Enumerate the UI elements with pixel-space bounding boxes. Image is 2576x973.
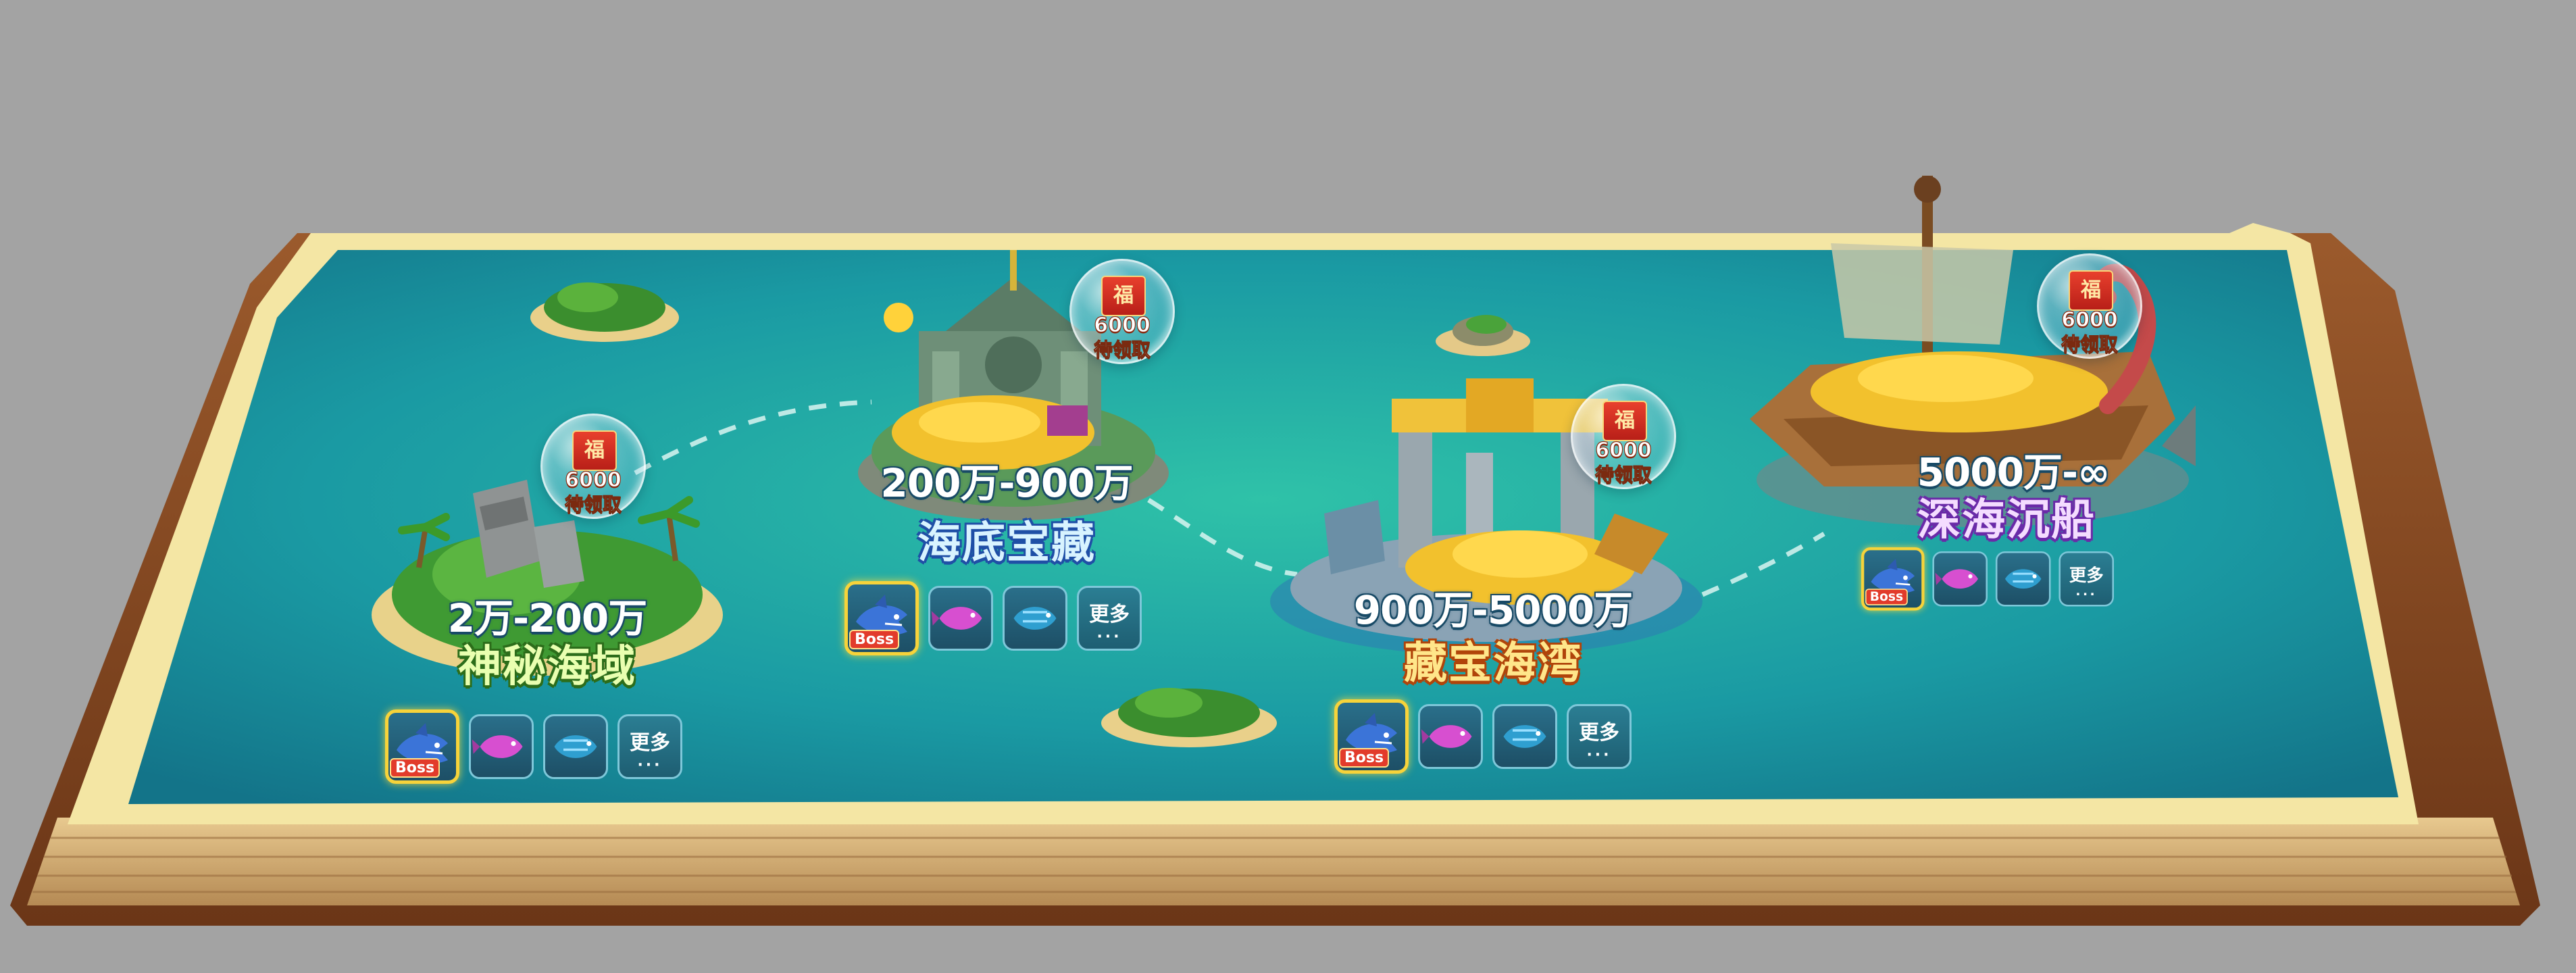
reward-amount: 6000	[2061, 307, 2119, 332]
fish-card[interactable]	[469, 714, 534, 779]
red-envelope-icon: 福	[2069, 270, 2113, 311]
fish-card[interactable]	[1995, 551, 2051, 607]
map-stage: 福 6000 待领取 福 6000 待领取 福 6000 待领取 福 6000 …	[0, 0, 2576, 973]
fish-card[interactable]	[1418, 704, 1483, 769]
boss-tag: Boss	[849, 630, 900, 649]
zone-4-name[interactable]: 深海沉船	[1885, 485, 2128, 547]
zone-3-reward-bubble[interactable]: 福 6000 待领取	[1571, 384, 1676, 489]
fish-card[interactable]	[1003, 586, 1067, 651]
zone-2-fish-list: Boss 更多 ···	[844, 581, 1142, 655]
more-fish-button[interactable]: 更多 ···	[2059, 551, 2114, 607]
boss-tag: Boss	[1865, 589, 1908, 605]
zone-1-name[interactable]: 神秘海域	[426, 632, 669, 694]
zone-2-range: 200万-900万	[880, 460, 1133, 506]
boss-fish-card[interactable]: Boss	[385, 709, 459, 784]
reward-status: 待领取	[2061, 333, 2118, 356]
reward-amount: 6000	[565, 468, 622, 492]
more-fish-button[interactable]: 更多 ···	[617, 714, 682, 779]
blue-fish-icon	[554, 735, 597, 758]
boss-fish-card[interactable]: Boss	[844, 581, 919, 655]
red-envelope-icon: 福	[1101, 276, 1146, 316]
zone-1-reward-bubble[interactable]: 福 6000 待领取	[540, 414, 646, 519]
zone-2-reward-bubble[interactable]: 福 6000 待领取	[1069, 259, 1175, 364]
fish-card[interactable]	[543, 714, 608, 779]
boss-tag: Boss	[390, 758, 440, 778]
red-envelope-icon: 福	[572, 430, 617, 471]
zone-4-fish-list: Boss 更多 ···	[1861, 547, 2114, 611]
pink-fish-icon	[931, 607, 982, 630]
fish-card[interactable]	[1932, 551, 1988, 607]
pink-fish-icon	[1421, 725, 1472, 748]
reward-status: 待领取	[564, 493, 622, 516]
reward-amount: 6000	[1595, 438, 1652, 462]
fish-card[interactable]	[1492, 704, 1557, 769]
boss-tag: Boss	[1339, 748, 1390, 768]
reward-status: 待领取	[1594, 464, 1652, 487]
boss-fish-card[interactable]: Boss	[1334, 699, 1409, 774]
more-fish-button[interactable]: 更多 ···	[1077, 586, 1142, 651]
blue-fish-icon	[1013, 607, 1057, 630]
boss-fish-card[interactable]: Boss	[1861, 547, 1925, 611]
red-envelope-icon: 福	[1602, 401, 1647, 441]
zone-1-fish-list: Boss 更多 ···	[385, 709, 682, 784]
zone-2-name[interactable]: 海底宝藏	[885, 508, 1128, 570]
reward-status: 待领取	[1093, 339, 1151, 361]
zone-3-name[interactable]: 藏宝海湾	[1371, 628, 1615, 691]
zone-3-range: 900万-5000万	[1353, 587, 1634, 633]
blue-fish-icon	[1503, 725, 1546, 748]
pink-fish-icon	[472, 735, 523, 758]
fish-card[interactable]	[928, 586, 993, 651]
blue-fish-icon	[2004, 569, 2042, 589]
zone-4-reward-bubble[interactable]: 福 6000 待领取	[2037, 253, 2142, 359]
more-fish-button[interactable]: 更多 ···	[1567, 704, 1632, 769]
reward-amount: 6000	[1094, 313, 1151, 337]
pink-fish-icon	[1935, 569, 1978, 589]
zone-3-fish-list: Boss 更多 ···	[1334, 699, 1632, 774]
